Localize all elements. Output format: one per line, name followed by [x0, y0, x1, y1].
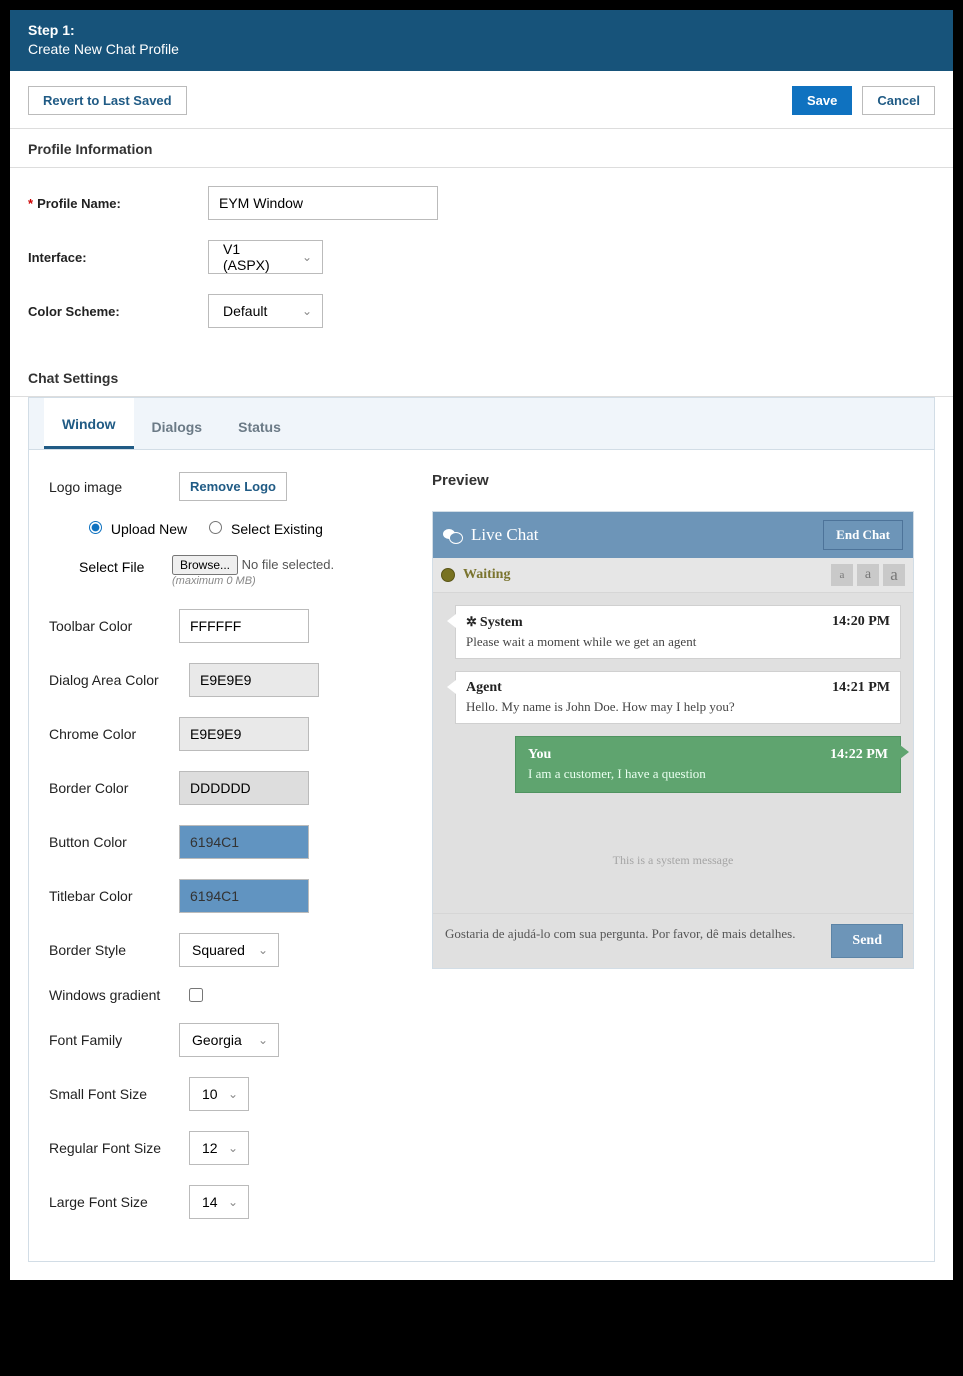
chrome-color-label: Chrome Color	[49, 726, 164, 742]
status-dot-icon	[441, 568, 455, 582]
step-label: Step 1:	[28, 22, 935, 38]
border-style-select[interactable]: Squared ⌄	[179, 933, 279, 967]
chevron-down-icon: ⌄	[258, 943, 268, 957]
save-button[interactable]: Save	[792, 86, 852, 115]
file-size-hint: (maximum 0 MB)	[172, 575, 334, 587]
chat-title: Live Chat	[471, 525, 813, 545]
chevron-down-icon: ⌄	[228, 1195, 238, 1209]
large-font-size-label: Large Font Size	[49, 1194, 174, 1210]
font-size-small-button[interactable]: a	[831, 564, 853, 586]
dialog-area-color-label: Dialog Area Color	[49, 672, 174, 688]
profile-name-label: *Profile Name:	[28, 196, 208, 211]
system-message-text: This is a system message	[445, 853, 901, 868]
chat-input[interactable]: Gostaria de ajudá-lo com sua pergunta. P…	[443, 924, 819, 958]
border-style-label: Border Style	[49, 942, 164, 958]
toolbar-color-input[interactable]: FFFFFF	[179, 609, 309, 643]
tabstrip: Window Dialogs Status	[28, 397, 935, 450]
tab-status[interactable]: Status	[220, 401, 299, 449]
no-file-text: No file selected.	[242, 557, 335, 572]
dialog-area-color-input[interactable]: E9E9E9	[189, 663, 319, 697]
font-family-label: Font Family	[49, 1032, 164, 1048]
button-color-label: Button Color	[49, 834, 164, 850]
chat-settings-heading: Chat Settings	[10, 358, 953, 397]
windows-gradient-checkbox[interactable]	[189, 988, 203, 1002]
small-font-size-label: Small Font Size	[49, 1086, 174, 1102]
font-family-select[interactable]: Georgia ⌄	[179, 1023, 279, 1057]
titlebar-color-input[interactable]: 6194C1	[179, 879, 309, 913]
regular-font-size-label: Regular Font Size	[49, 1140, 174, 1156]
small-font-size-select[interactable]: 10 ⌄	[189, 1077, 249, 1111]
regular-font-size-select[interactable]: 12 ⌄	[189, 1131, 249, 1165]
tab-window[interactable]: Window	[44, 398, 134, 449]
color-scheme-select[interactable]: Default ⌄	[208, 294, 323, 328]
select-existing-radio[interactable]: Select Existing	[209, 521, 323, 537]
chat-icon	[443, 527, 461, 543]
select-file-label: Select File	[79, 555, 154, 575]
chrome-color-input[interactable]: E9E9E9	[179, 717, 309, 751]
tab-dialogs[interactable]: Dialogs	[134, 401, 221, 449]
remove-logo-button[interactable]: Remove Logo	[179, 472, 287, 501]
profile-name-input[interactable]	[208, 186, 438, 220]
revert-button[interactable]: Revert to Last Saved	[28, 86, 187, 115]
chevron-down-icon: ⌄	[258, 1033, 268, 1047]
border-color-input[interactable]: DDDDDD	[179, 771, 309, 805]
chevron-down-icon: ⌄	[228, 1087, 238, 1101]
border-color-label: Border Color	[49, 780, 164, 796]
cancel-button[interactable]: Cancel	[862, 86, 935, 115]
status-text: Waiting	[463, 567, 823, 583]
chevron-down-icon: ⌄	[302, 304, 312, 318]
send-button[interactable]: Send	[831, 924, 903, 958]
preview-heading: Preview	[432, 472, 914, 489]
windows-gradient-label: Windows gradient	[49, 987, 174, 1003]
gear-icon: ✲	[466, 614, 477, 629]
font-size-large-button[interactable]: a	[883, 564, 905, 586]
chevron-down-icon: ⌄	[228, 1141, 238, 1155]
upload-new-radio[interactable]: Upload New	[89, 521, 187, 537]
chevron-down-icon: ⌄	[302, 250, 312, 264]
logo-image-label: Logo image	[49, 479, 164, 495]
chat-message-system: ✲System 14:20 PM Please wait a moment wh…	[455, 605, 901, 659]
chat-message-agent: Agent 14:21 PM Hello. My name is John Do…	[455, 671, 901, 724]
large-font-size-select[interactable]: 14 ⌄	[189, 1185, 249, 1219]
chat-message-customer: You 14:22 PM I am a customer, I have a q…	[515, 736, 901, 793]
toolbar-color-label: Toolbar Color	[49, 618, 164, 634]
interface-select[interactable]: V1 (ASPX) ⌄	[208, 240, 323, 274]
button-color-input[interactable]: 6194C1	[179, 825, 309, 859]
page-title: Create New Chat Profile	[28, 41, 179, 57]
page-header: Step 1: Create New Chat Profile	[10, 10, 953, 71]
end-chat-button[interactable]: End Chat	[823, 520, 903, 550]
titlebar-color-label: Titlebar Color	[49, 888, 164, 904]
chat-preview: Live Chat End Chat Waiting a a a	[432, 511, 914, 969]
browse-button[interactable]	[172, 555, 238, 575]
color-scheme-label: Color Scheme:	[28, 304, 208, 319]
profile-information-heading: Profile Information	[10, 129, 953, 168]
font-size-medium-button[interactable]: a	[857, 564, 879, 586]
toolbar: Revert to Last Saved Save Cancel	[10, 71, 953, 129]
interface-label: Interface:	[28, 250, 208, 265]
